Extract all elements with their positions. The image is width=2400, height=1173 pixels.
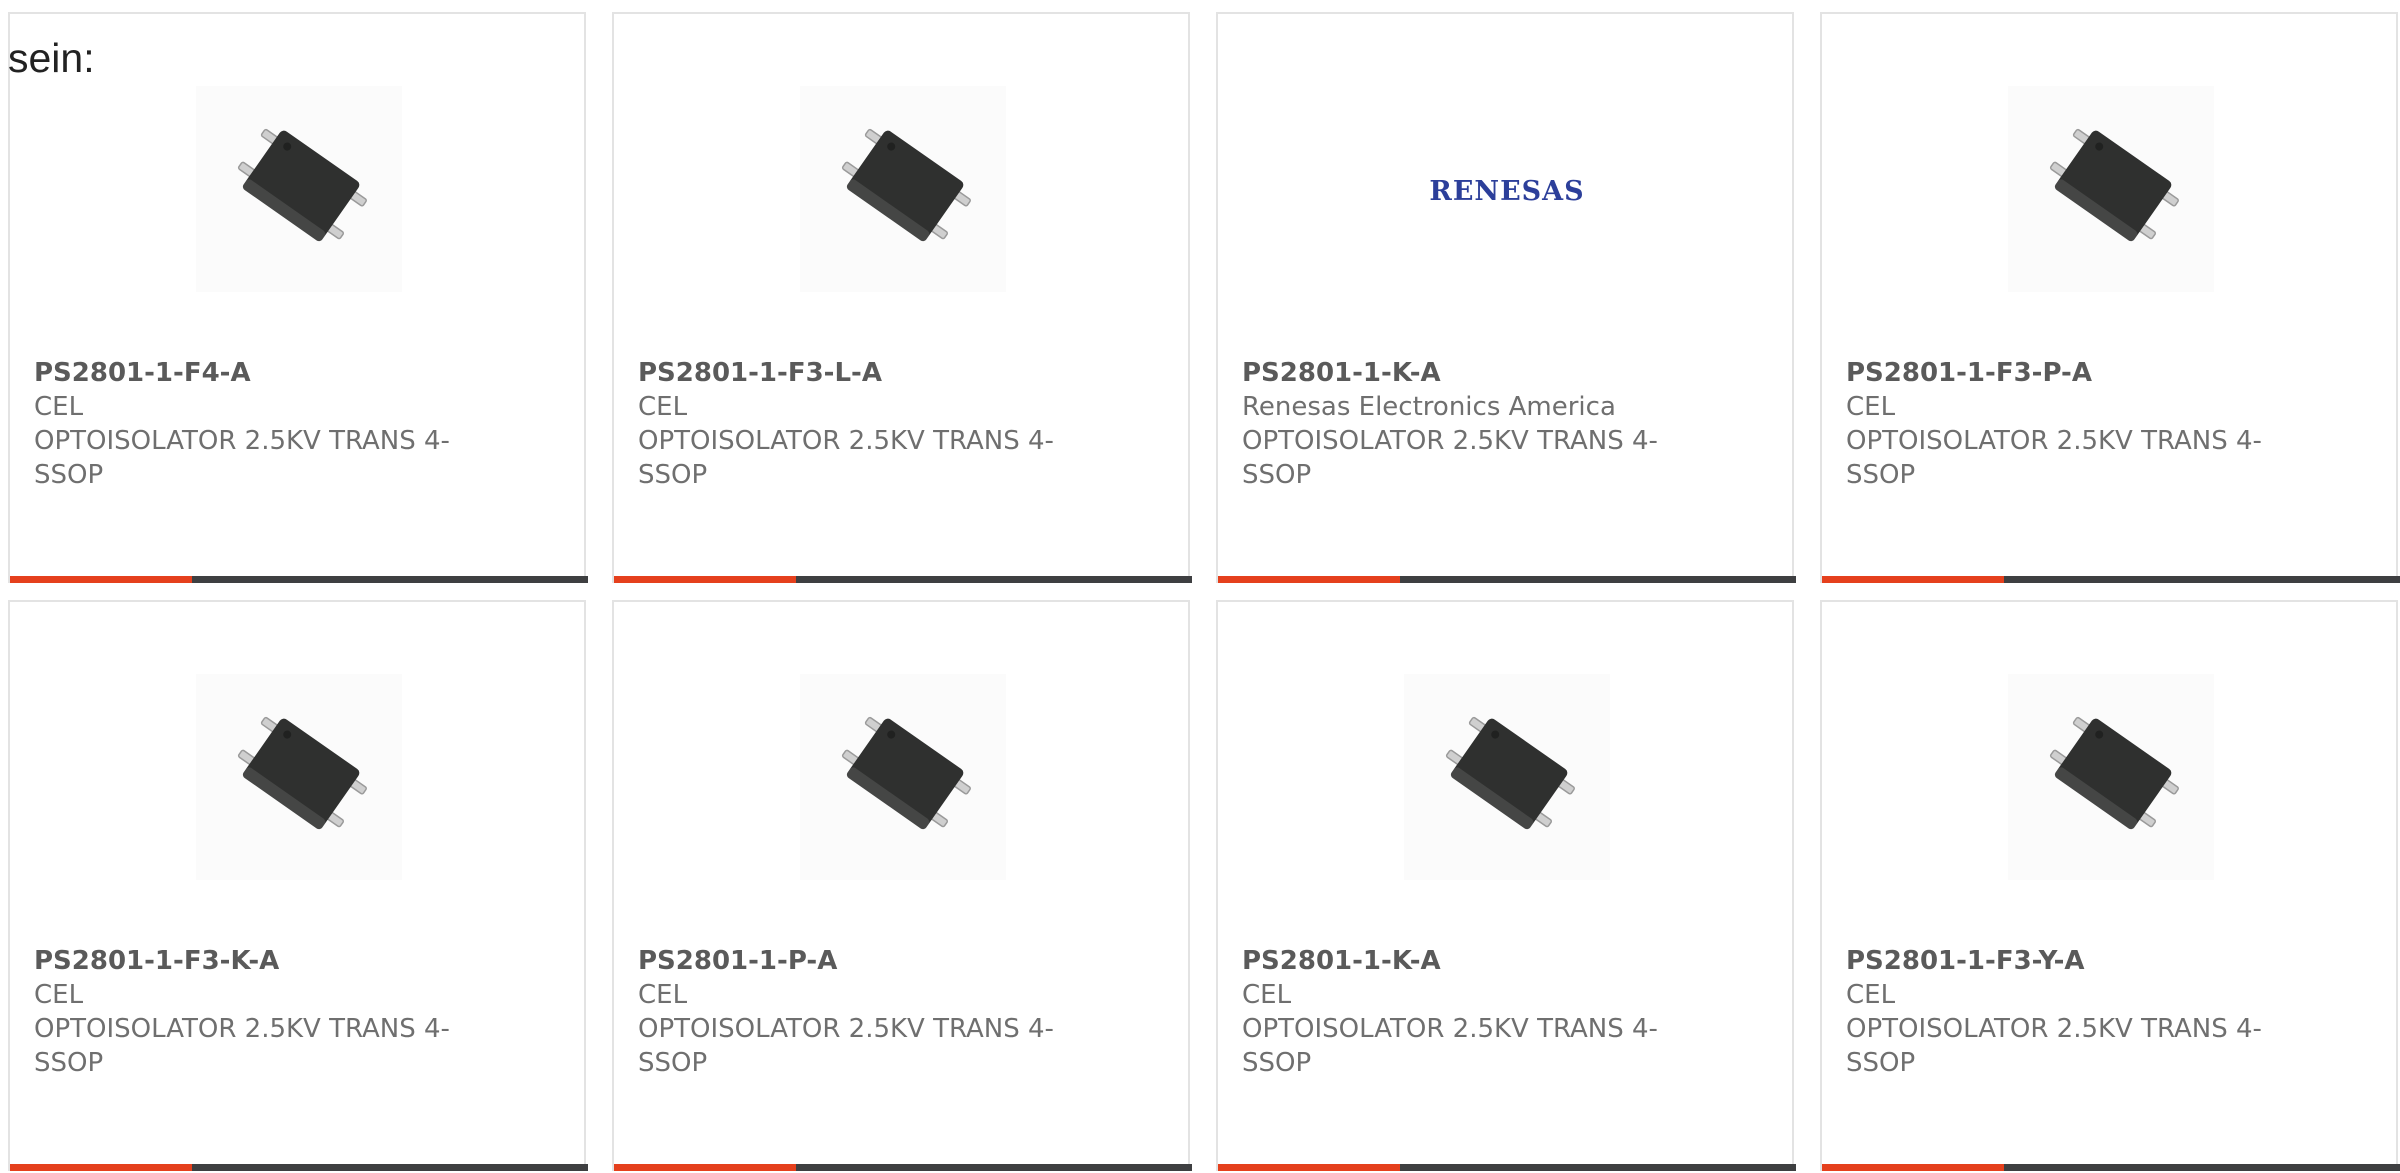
- chip-image: [800, 674, 1006, 880]
- card-accent-bar: [10, 1164, 192, 1171]
- card-accent-bar: [614, 576, 796, 583]
- card-bottom-bar: [1822, 576, 2400, 583]
- product-description: OPTOISOLATOR 2.5KV TRANS 4-SSOP: [34, 1014, 450, 1078]
- manufacturer-name: CEL: [638, 392, 688, 422]
- chip-image: [2008, 86, 2214, 292]
- product-grid: PS2801-1-F4-A CEL OPTOISOLATOR 2.5KV TRA…: [0, 0, 2400, 1173]
- part-number-link[interactable]: PS2801-1-P-A: [638, 944, 1068, 978]
- card-accent-bar: [1822, 576, 2004, 583]
- card-accent-bar: [1822, 1164, 2004, 1171]
- product-image[interactable]: [800, 86, 1006, 292]
- chip-image: [196, 86, 402, 292]
- part-number-link[interactable]: PS2801-1-F3-Y-A: [1846, 944, 2276, 978]
- product-description: OPTOISOLATOR 2.5KV TRANS 4-SSOP: [34, 426, 450, 490]
- part-number-link[interactable]: PS2801-1-F3-P-A: [1846, 356, 2276, 390]
- card-bottom-bar: [10, 1164, 588, 1171]
- product-description: OPTOISOLATOR 2.5KV TRANS 4-SSOP: [1242, 1014, 1658, 1078]
- chip-image: [196, 674, 402, 880]
- card-accent-bar: [1218, 1164, 1400, 1171]
- manufacturer-name: Renesas Electronics America: [1242, 392, 1616, 422]
- manufacturer-name: CEL: [1846, 980, 1896, 1010]
- card-bottom-bar: [1218, 576, 1796, 583]
- card-bottom-bar: [10, 576, 588, 583]
- part-number-link[interactable]: PS2801-1-K-A: [1242, 356, 1672, 390]
- card-accent-bar: [614, 1164, 796, 1171]
- product-card[interactable]: PS2801-1-K-A CEL OPTOISOLATOR 2.5KV TRAN…: [1216, 600, 1796, 1171]
- manufacturer-name: CEL: [34, 392, 84, 422]
- manufacturer-name: CEL: [1242, 980, 1292, 1010]
- card-bottom-bar: [614, 576, 1192, 583]
- manufacturer-name: CEL: [34, 980, 84, 1010]
- card-accent-bar: [10, 576, 192, 583]
- product-card[interactable]: PS2801-1-P-A CEL OPTOISOLATOR 2.5KV TRAN…: [612, 600, 1192, 1171]
- product-description: OPTOISOLATOR 2.5KV TRANS 4-SSOP: [1242, 426, 1658, 490]
- card-bottom-bar: [1218, 1164, 1796, 1171]
- chip-image: [2008, 674, 2214, 880]
- product-image[interactable]: [1404, 674, 1610, 880]
- product-description: OPTOISOLATOR 2.5KV TRANS 4-SSOP: [638, 1014, 1054, 1078]
- product-description: OPTOISOLATOR 2.5KV TRANS 4-SSOP: [1846, 1014, 2262, 1078]
- product-image[interactable]: RENESAS: [1404, 86, 1610, 292]
- product-card[interactable]: PS2801-1-F4-A CEL OPTOISOLATOR 2.5KV TRA…: [8, 12, 588, 583]
- card-accent-bar: [1218, 576, 1400, 583]
- product-card[interactable]: PS2801-1-F3-K-A CEL OPTOISOLATOR 2.5KV T…: [8, 600, 588, 1171]
- renesas-logo: RENESAS: [1404, 86, 1610, 292]
- product-description: OPTOISOLATOR 2.5KV TRANS 4-SSOP: [1846, 426, 2262, 490]
- product-image[interactable]: [800, 674, 1006, 880]
- product-image[interactable]: [2008, 674, 2214, 880]
- product-card[interactable]: PS2801-1-F3-P-A CEL OPTOISOLATOR 2.5KV T…: [1820, 12, 2400, 583]
- manufacturer-name: CEL: [638, 980, 688, 1010]
- part-number-link[interactable]: PS2801-1-F3-L-A: [638, 356, 1068, 390]
- chip-image: [1404, 674, 1610, 880]
- product-image[interactable]: [2008, 86, 2214, 292]
- product-image[interactable]: [196, 86, 402, 292]
- product-card[interactable]: RENESAS PS2801-1-K-A Renesas Electronics…: [1216, 12, 1796, 583]
- product-description: OPTOISOLATOR 2.5KV TRANS 4-SSOP: [638, 426, 1054, 490]
- part-number-link[interactable]: PS2801-1-K-A: [1242, 944, 1672, 978]
- manufacturer-name: CEL: [1846, 392, 1896, 422]
- chip-image: [800, 86, 1006, 292]
- product-image[interactable]: [196, 674, 402, 880]
- renesas-logo-text: RENESAS: [1429, 176, 1584, 207]
- intro-text: sein:: [8, 35, 95, 81]
- product-card[interactable]: PS2801-1-F3-Y-A CEL OPTOISOLATOR 2.5KV T…: [1820, 600, 2400, 1171]
- card-bottom-bar: [1822, 1164, 2400, 1171]
- part-number-link[interactable]: PS2801-1-F3-K-A: [34, 944, 464, 978]
- card-bottom-bar: [614, 1164, 1192, 1171]
- product-card[interactable]: PS2801-1-F3-L-A CEL OPTOISOLATOR 2.5KV T…: [612, 12, 1192, 583]
- part-number-link[interactable]: PS2801-1-F4-A: [34, 356, 464, 390]
